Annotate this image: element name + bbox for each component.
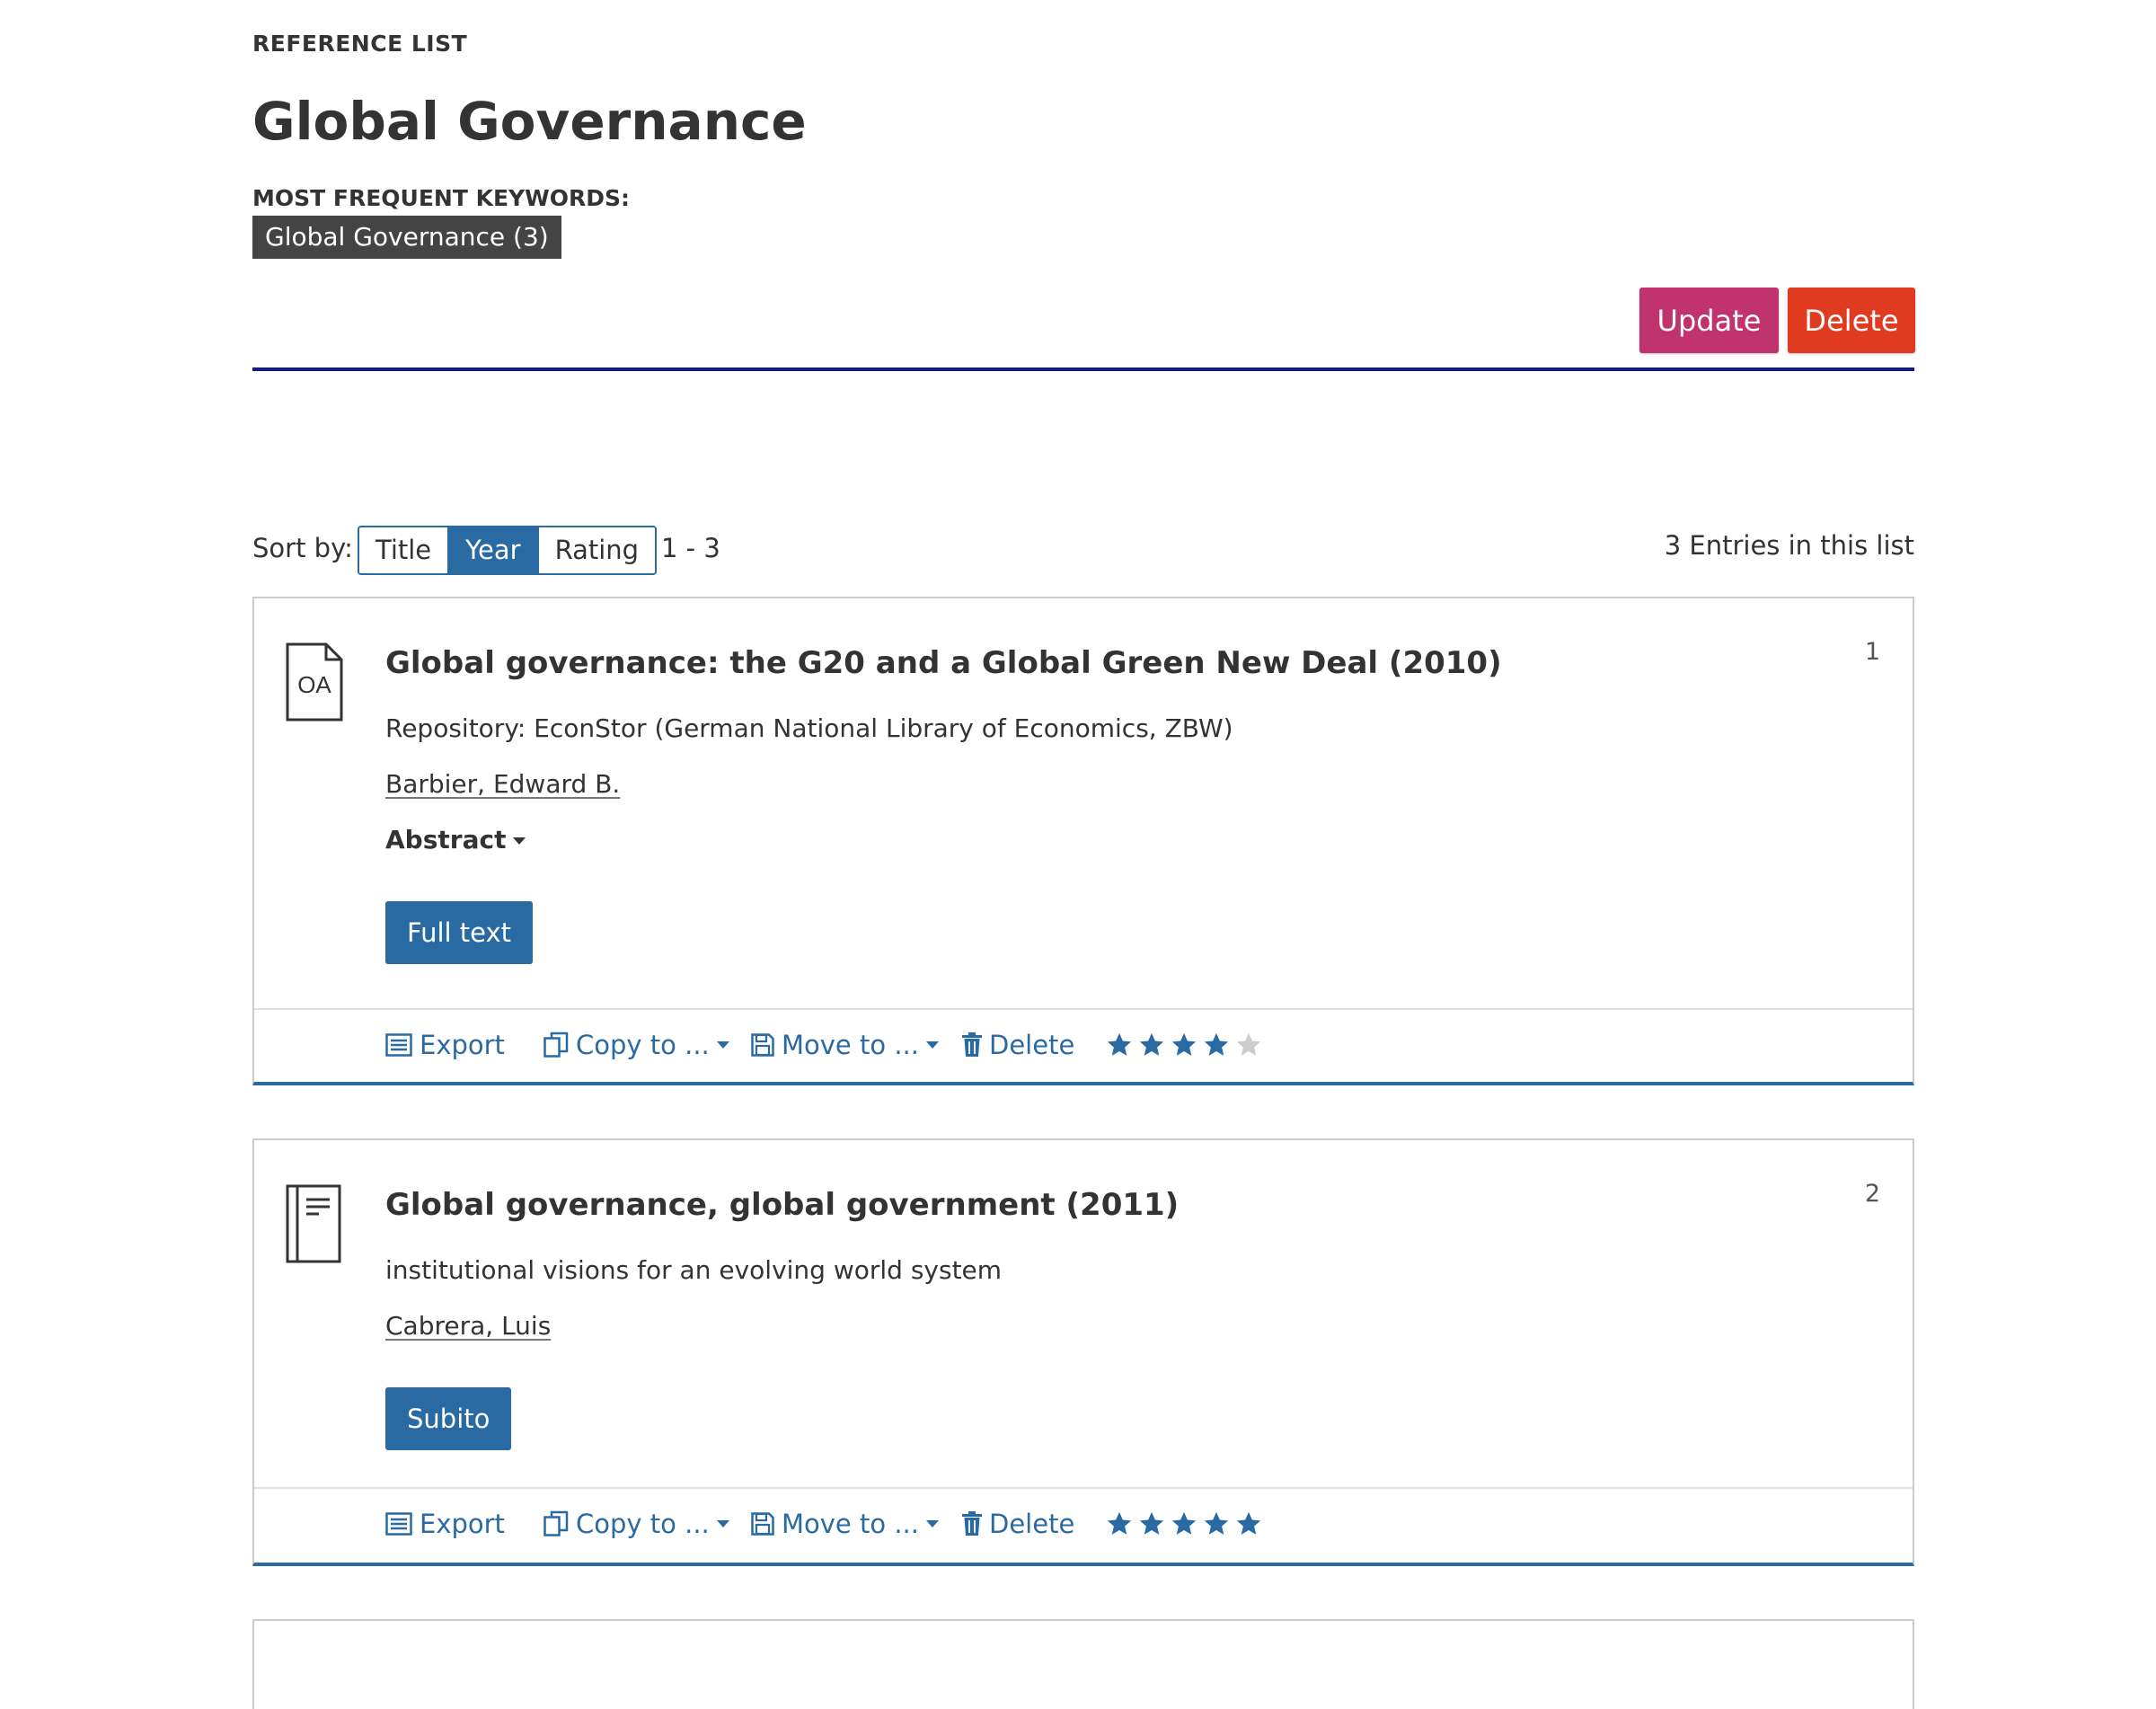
reference-list-page: REFERENCE LIST Global Governance MOST FR… [252, 0, 1915, 1709]
record-actions: Export Copy to ... Move to ... Delete [254, 1008, 1913, 1085]
update-button[interactable]: Update [1639, 288, 1779, 353]
header-divider [252, 367, 1914, 371]
section-label: REFERENCE LIST [252, 31, 468, 57]
sort-by-title[interactable]: Title [359, 527, 448, 573]
record-card: 2 Global governance, global government (… [252, 1138, 1914, 1566]
star-icon[interactable] [1235, 1032, 1262, 1058]
record-actions: Export Copy to ... Move to ... Delete [254, 1487, 1913, 1564]
move-to-label: Move to ... [782, 1509, 919, 1539]
star-icon[interactable] [1138, 1510, 1165, 1537]
move-to-dropdown[interactable]: Move to ... [751, 1030, 939, 1060]
star-icon[interactable] [1235, 1510, 1262, 1537]
full-text-button[interactable]: Full text [385, 901, 534, 964]
copy-icon [543, 1032, 569, 1058]
record-author-link[interactable]: Cabrera, Luis [385, 1311, 551, 1341]
move-to-label: Move to ... [782, 1030, 919, 1060]
star-icon[interactable] [1106, 1032, 1133, 1058]
copy-to-label: Copy to ... [576, 1509, 710, 1539]
sort-options: Title Year Rating [358, 526, 658, 575]
abstract-label: Abstract [385, 825, 507, 854]
delete-label: Delete [989, 1509, 1075, 1539]
star-icon[interactable] [1138, 1032, 1165, 1058]
export-label: Export [420, 1509, 505, 1539]
copy-to-dropdown[interactable]: Copy to ... [543, 1030, 729, 1060]
caret-down-icon [925, 1041, 939, 1049]
star-icon[interactable] [1171, 1510, 1197, 1537]
sort-by-year[interactable]: Year [447, 527, 537, 573]
delete-record-button[interactable]: Delete [962, 1030, 1074, 1060]
delete-list-button[interactable]: Delete [1788, 288, 1915, 353]
caret-down-icon [925, 1520, 939, 1527]
record-number: 1 [1864, 638, 1880, 666]
save-icon [751, 1033, 774, 1057]
record-title[interactable]: Global governance, global government (20… [385, 1187, 1179, 1223]
subito-button[interactable]: Subito [385, 1387, 512, 1450]
record-title[interactable]: Global governance: the G20 and a Global … [385, 645, 1502, 681]
page-title: Global Governance [252, 91, 807, 152]
result-range: 1 - 3 [661, 533, 720, 563]
sort-label: Sort by: [252, 533, 353, 563]
record-subtitle: institutional visions for an evolving wo… [385, 1255, 1003, 1285]
caret-down-icon [716, 1041, 729, 1049]
star-icon[interactable] [1203, 1510, 1230, 1537]
keyword-badge[interactable]: Global Governance (3) [252, 216, 561, 259]
book-icon [286, 1184, 341, 1263]
record-card: OA 1 Global governance: the G20 and a Gl… [252, 597, 1914, 1085]
delete-label: Delete [989, 1030, 1075, 1060]
keywords-label: MOST FREQUENT KEYWORDS: [252, 185, 630, 211]
trash-icon [962, 1511, 982, 1536]
copy-to-dropdown[interactable]: Copy to ... [543, 1509, 729, 1539]
star-rating [1106, 1510, 1262, 1537]
trash-icon [962, 1032, 982, 1057]
record-author-link[interactable]: Barbier, Edward B. [385, 769, 620, 799]
copy-icon [543, 1510, 569, 1536]
record-number: 2 [1864, 1180, 1880, 1208]
move-to-dropdown[interactable]: Move to ... [751, 1509, 939, 1539]
delete-record-button[interactable]: Delete [962, 1509, 1074, 1539]
caret-down-icon [513, 837, 526, 845]
star-icon[interactable] [1106, 1510, 1133, 1537]
record-card [252, 1619, 1914, 1709]
export-button[interactable]: Export [385, 1509, 505, 1539]
list-icon [385, 1033, 412, 1057]
sort-by-rating[interactable]: Rating [536, 527, 656, 573]
entries-count: 3 Entries in this list [1664, 530, 1914, 561]
save-icon [751, 1512, 774, 1536]
open-access-icon-text: OA [297, 671, 331, 698]
open-access-document-icon: OA [286, 642, 343, 722]
export-button[interactable]: Export [385, 1030, 505, 1060]
list-icon [385, 1512, 412, 1536]
star-icon[interactable] [1203, 1032, 1230, 1058]
export-label: Export [420, 1030, 505, 1060]
caret-down-icon [716, 1520, 729, 1527]
star-rating [1106, 1032, 1262, 1058]
record-repository: Repository: EconStor (German National Li… [385, 713, 1233, 743]
copy-to-label: Copy to ... [576, 1030, 710, 1060]
star-icon[interactable] [1171, 1032, 1197, 1058]
abstract-toggle[interactable]: Abstract [385, 825, 526, 854]
